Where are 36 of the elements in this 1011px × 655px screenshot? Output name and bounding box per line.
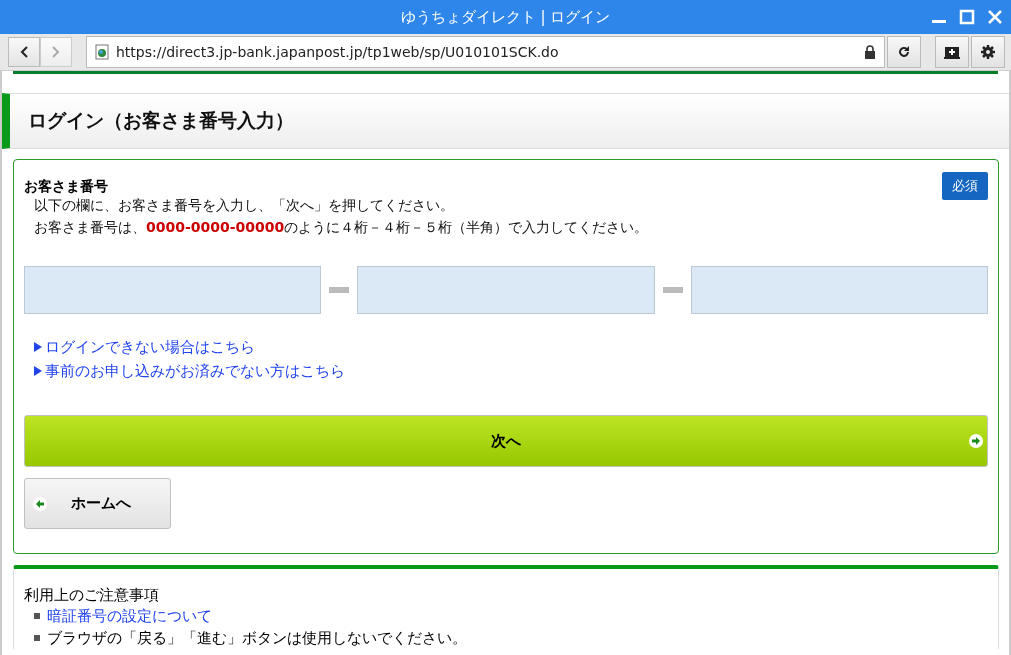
- settings-button[interactable]: [971, 36, 1005, 68]
- home-button[interactable]: ホームへ: [24, 478, 171, 529]
- page-icon: [95, 44, 109, 60]
- address-field[interactable]: https://direct3.jp-bank.japanpost.jp/tp1web/sp/U010101SCK.do: [86, 36, 885, 68]
- window-title: ゆうちょダイレクト | ログイン: [400, 7, 611, 27]
- arrow-left-icon: [33, 496, 47, 511]
- next-button[interactable]: 次へ: [24, 415, 988, 467]
- settings-icon: [980, 44, 996, 60]
- add-tab-button[interactable]: [935, 36, 969, 68]
- monitor-plus-icon: [944, 45, 960, 59]
- chevron-left-icon: [19, 46, 29, 58]
- number-input-field[interactable]: [357, 266, 655, 314]
- dash-separator: [329, 287, 350, 293]
- reload-button[interactable]: [887, 36, 921, 68]
- page-heading: ログイン（お客さま番号入力）: [2, 93, 1009, 149]
- close-icon[interactable]: [987, 9, 1003, 25]
- number-input-field[interactable]: [24, 266, 322, 314]
- chevron-right-icon: [51, 46, 61, 58]
- help-link[interactable]: 事前のお申し込みがお済みでない方はこちら: [34, 359, 345, 383]
- bullet-icon: [34, 613, 40, 619]
- bullet-icon: [34, 635, 40, 641]
- instruction-text: 以下の欄に、お客さま番号を入力し、「次へ」を押してください。: [33, 196, 455, 215]
- notice-link[interactable]: 暗証番号の設定について: [47, 605, 212, 627]
- maximize-icon[interactable]: [959, 9, 975, 25]
- notice-text: ブラウザの「戻る」「進む」ボタンは使用しないでください。: [47, 628, 467, 649]
- notice-title: 利用上のご注意事項: [24, 585, 160, 605]
- back-button[interactable]: [8, 37, 40, 67]
- required-badge: 必須: [942, 172, 988, 200]
- instruction-text: お客さま番号は、0000-0000-00000のように４桁－４桁－５桁（半角）で入力してください。: [33, 218, 650, 237]
- arrow-right-icon: [969, 434, 983, 448]
- reload-icon: [897, 45, 911, 59]
- url-text: https://direct3.jp-bank.japanpost.jp/tp1web/sp/U010101SCK.do: [116, 44, 560, 60]
- number-input-field[interactable]: [690, 266, 988, 314]
- dash-separator: [662, 287, 683, 293]
- field-label: お客さま番号: [24, 178, 108, 196]
- help-link[interactable]: ログインできない場合はこちら: [34, 335, 255, 359]
